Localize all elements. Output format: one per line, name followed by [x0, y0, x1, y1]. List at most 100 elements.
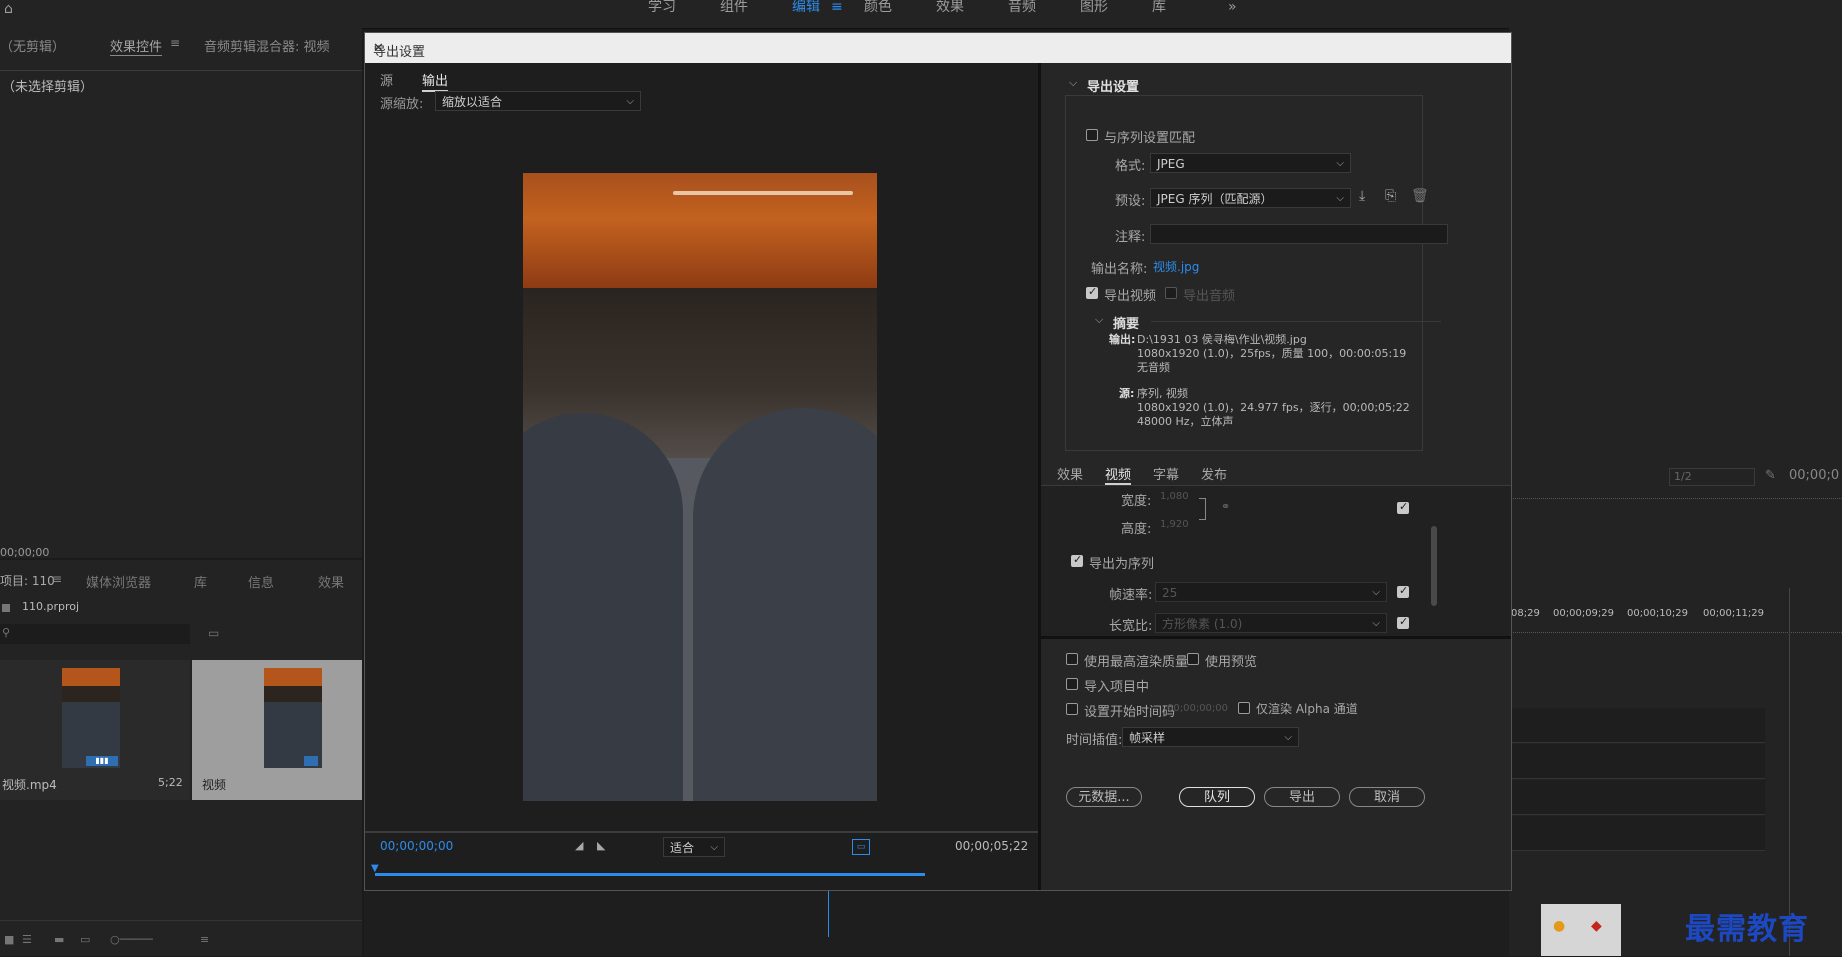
zoom-select[interactable]: 1/2	[1669, 468, 1755, 486]
queue-button[interactable]: 队列	[1179, 787, 1255, 807]
current-timecode[interactable]: 00;00;00;00	[380, 839, 453, 853]
timeline-scrubber[interactable]	[375, 873, 925, 876]
left-knee	[523, 413, 683, 801]
new-bin-icon[interactable]: ▭	[208, 626, 219, 640]
settings-scrollbar[interactable]	[1431, 526, 1437, 606]
project-item-duration: 5;22	[158, 776, 183, 789]
import-project-checkbox[interactable]	[1066, 678, 1078, 690]
tab-effects[interactable]: 效果	[318, 572, 344, 591]
match-sequence-checkbox[interactable]	[1086, 129, 1098, 141]
workspace-tab-color[interactable]: 颜色	[864, 0, 892, 14]
use-previews-checkbox[interactable]	[1187, 653, 1199, 665]
lock-icon[interactable]: ■	[4, 933, 14, 946]
project-search-input[interactable]: ⚲	[0, 624, 190, 644]
max-render-checkbox[interactable]	[1066, 653, 1078, 665]
duration-timecode: 00;00;05;22	[955, 839, 1029, 853]
workspace-tab-assembly[interactable]: 组件	[720, 0, 748, 14]
ruler-label: 00;00;10;29	[1627, 608, 1689, 619]
workspace-tab-editing[interactable]: 编辑	[792, 0, 820, 14]
set-out-point-icon[interactable]: ◣	[597, 839, 605, 852]
workspace-tab-audio[interactable]: 音频	[1008, 0, 1036, 14]
summary-header: 摘要	[1113, 317, 1140, 332]
tab-effect-controls[interactable]: 效果控件	[110, 36, 163, 56]
comment-label: 注释:	[1115, 230, 1146, 245]
aspect-checkbox[interactable]	[1397, 615, 1409, 629]
tab-output[interactable]: 输出	[422, 70, 449, 92]
project-item[interactable]: ▮▮▮ 视频.mp4 5;22	[0, 660, 190, 800]
fit-select[interactable]: 适合 ⌵	[663, 837, 725, 857]
workspace-tab-libraries[interactable]: 库	[1152, 0, 1166, 14]
project-item[interactable]: 视频	[192, 660, 362, 800]
watermark-text: 最需教育	[1685, 912, 1809, 947]
output-name-link[interactable]: 视频.jpg	[1153, 258, 1199, 275]
icon-view-icon[interactable]: ▬	[54, 933, 64, 946]
playhead-handle-icon[interactable]: ▼	[371, 863, 379, 874]
tab-media-browser[interactable]: 媒体浏览器	[86, 572, 151, 591]
import-project-label: 导入项目中	[1084, 680, 1150, 695]
comment-input[interactable]	[1150, 224, 1448, 244]
list-view-icon[interactable]: ☰	[22, 933, 32, 946]
program-ruler	[1509, 498, 1842, 507]
zoom-slider[interactable]: ○─────	[110, 933, 153, 946]
collapse-icon[interactable]: ⌵	[1069, 76, 1077, 90]
import-preset-icon[interactable]: ⎘	[1385, 188, 1396, 204]
export-sequence-checkbox[interactable]	[1071, 553, 1083, 567]
tab-source[interactable]: （无剪辑）	[0, 36, 65, 55]
home-icon[interactable]: ⌂	[4, 2, 13, 16]
link-icon[interactable]: ⚭	[1221, 500, 1230, 513]
metadata-button[interactable]: 元数据...	[1066, 787, 1142, 807]
tab-effect-menu-icon[interactable]: ≡	[170, 36, 180, 50]
aspect-toggle-icon[interactable]: ▭	[852, 839, 870, 855]
set-in-point-icon[interactable]: ◢	[575, 839, 583, 852]
project-file-icon	[2, 604, 10, 612]
source-scaling-select[interactable]: 缩放以适合 ⌵	[435, 91, 641, 111]
tab-project[interactable]: 项目: 110	[0, 572, 55, 589]
tab-effects[interactable]: 效果	[1057, 464, 1083, 483]
tab-video[interactable]: 视频	[1105, 464, 1132, 485]
format-value: JPEG	[1157, 157, 1185, 171]
chevron-down-icon: ⌵	[626, 96, 634, 107]
app-tray-icon[interactable]: ●	[1553, 918, 1565, 934]
video-audio-badge-icon: ▮▮▮	[86, 756, 118, 766]
width-height-checkbox[interactable]	[1397, 500, 1409, 514]
start-timecode-value[interactable]: 00;00;00;00	[1167, 703, 1228, 714]
height-value[interactable]: 1,920	[1160, 519, 1189, 530]
collapse-summary-icon[interactable]: ⌵	[1095, 313, 1103, 327]
pane-divider[interactable]	[1038, 63, 1041, 890]
preview-pane: 源 输出 源缩放: 缩放以适合 ⌵ 00;00;00;00 ◢ ◣ 适合 ⌵ ▭ 0…	[365, 63, 1038, 890]
time-interpolation-select[interactable]: 帧采样 ⌵	[1122, 727, 1299, 747]
tab-captions[interactable]: 字幕	[1153, 464, 1179, 483]
close-icon[interactable]: ✕	[373, 41, 1501, 56]
cancel-button[interactable]: 取消	[1349, 787, 1425, 807]
tab-info[interactable]: 信息	[248, 572, 274, 591]
export-audio-checkbox[interactable]	[1165, 287, 1177, 299]
frame-rate-select[interactable]: 25 ⌵	[1155, 582, 1387, 602]
alpha-only-checkbox[interactable]	[1238, 702, 1250, 714]
frame-rate-checkbox[interactable]	[1397, 584, 1409, 598]
width-value[interactable]: 1,080	[1160, 491, 1189, 502]
export-video-checkbox[interactable]	[1086, 285, 1098, 299]
app-tray-icon[interactable]: ◆	[1591, 918, 1602, 934]
tab-publish[interactable]: 发布	[1201, 464, 1227, 483]
workspace-more-icon[interactable]: »	[1228, 0, 1237, 14]
workspace-tab-effects[interactable]: 效果	[936, 0, 964, 14]
export-button[interactable]: 导出	[1264, 787, 1340, 807]
freeform-view-icon[interactable]: ▭	[80, 933, 90, 946]
workspace-menu-icon[interactable]: ≡	[831, 0, 843, 14]
preset-select[interactable]: JPEG 序列（匹配源） ⌵	[1150, 188, 1351, 208]
project-item-name: 视频	[202, 778, 227, 792]
settings-tab-bar: 效果 视频 字幕 发布	[1041, 459, 1511, 486]
workspace-tab-learn[interactable]: 学习	[648, 0, 676, 14]
format-select[interactable]: JPEG ⌵	[1150, 153, 1351, 173]
tab-audio-mixer[interactable]: 音频剪辑混合器: 视频	[204, 36, 330, 55]
aspect-select[interactable]: 方形像素 (1.0) ⌵	[1155, 613, 1387, 633]
project-menu-icon[interactable]: ≡	[52, 572, 62, 586]
workspace-tab-graphics[interactable]: 图形	[1080, 0, 1108, 14]
start-timecode-checkbox[interactable]	[1066, 703, 1078, 715]
delete-preset-icon[interactable]: 🗑	[1411, 188, 1429, 204]
sort-icon[interactable]: ≡	[200, 933, 209, 946]
tab-source[interactable]: 源	[380, 70, 393, 89]
wrench-icon[interactable]: ✎	[1765, 468, 1776, 483]
tab-libraries[interactable]: 库	[194, 572, 207, 591]
save-preset-icon[interactable]: ⤓	[1359, 188, 1365, 204]
